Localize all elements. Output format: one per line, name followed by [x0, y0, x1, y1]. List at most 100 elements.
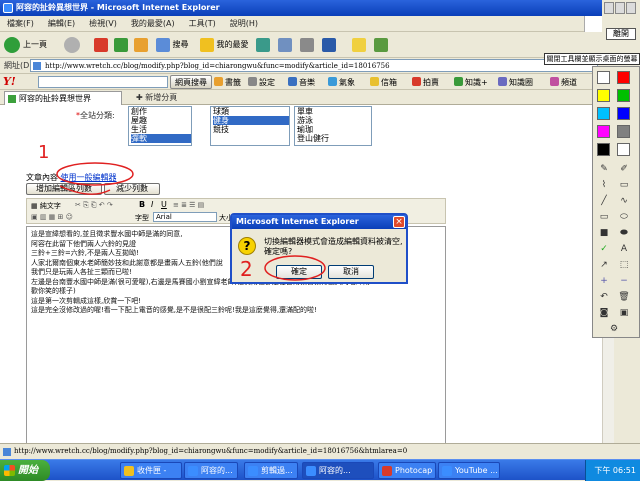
- align-icons[interactable]: ≡ ≣ ☰ ▤: [173, 201, 204, 209]
- italic-button[interactable]: I: [151, 200, 153, 209]
- stop-button[interactable]: [94, 36, 108, 54]
- yahoo-logo[interactable]: Y!: [3, 75, 16, 88]
- yahoo-settings[interactable]: 設定: [248, 77, 275, 88]
- task-button[interactable]: 剪輯過...: [244, 462, 298, 479]
- color-swatch[interactable]: [597, 89, 610, 102]
- list-item[interactable]: 登山健行: [297, 134, 371, 143]
- new-tab-button[interactable]: ✚ 新增分頁: [132, 91, 181, 105]
- yahoo-bookmarks[interactable]: 書籤: [214, 77, 241, 88]
- cancel-button[interactable]: 取消: [328, 265, 374, 279]
- yahoo-mail[interactable]: 信箱: [370, 77, 397, 88]
- history-button[interactable]: [256, 36, 270, 54]
- save-icon[interactable]: ▣: [617, 307, 631, 319]
- forward-button[interactable]: [64, 36, 83, 54]
- list-item[interactable]: 生活: [131, 125, 191, 134]
- font-select[interactable]: Arial: [153, 212, 217, 222]
- line-icon[interactable]: ╱: [597, 195, 611, 207]
- favorites-button[interactable]: 我的最愛: [200, 36, 249, 54]
- rect-icon[interactable]: ▭: [597, 211, 611, 223]
- menu-help[interactable]: 說明(H): [223, 16, 265, 32]
- category-list-detail[interactable]: 單車 游泳 瑜珈 登山健行: [294, 106, 372, 146]
- arrow-icon[interactable]: ↗: [597, 259, 611, 271]
- menu-edit[interactable]: 編輯(E): [41, 16, 82, 32]
- yahoo-music[interactable]: 音樂: [288, 77, 315, 88]
- color-swatch[interactable]: [617, 143, 630, 156]
- color-swatch[interactable]: [617, 107, 630, 120]
- list-item[interactable]: 游泳: [297, 116, 371, 125]
- task-button[interactable]: YouTube ...: [438, 462, 500, 479]
- zoom-out-icon[interactable]: −: [617, 275, 631, 287]
- exit-button[interactable]: 離開: [606, 28, 636, 40]
- dialog-close-button[interactable]: ×: [393, 216, 405, 228]
- format-icons[interactable]: ✂ ⎘ ⎗ ↶ ↷: [75, 201, 113, 210]
- list-item-selected[interactable]: 健身: [213, 116, 289, 125]
- color-swatch[interactable]: [617, 125, 630, 138]
- color-swatch[interactable]: [597, 143, 610, 156]
- mail-button[interactable]: [278, 36, 292, 54]
- home-button[interactable]: [134, 36, 148, 54]
- back-button[interactable]: 上一頁: [4, 36, 47, 54]
- task-button[interactable]: Photocap: [378, 462, 436, 479]
- color-swatch[interactable]: [597, 71, 610, 84]
- zoom-in-icon[interactable]: +: [597, 275, 611, 287]
- task-button[interactable]: 阿容的...: [184, 462, 238, 479]
- messenger-button[interactable]: [352, 36, 366, 54]
- address-input[interactable]: http://www.wretch.cc/blog/modify.php?blo…: [30, 59, 598, 72]
- undo-icon[interactable]: ↶: [597, 291, 611, 303]
- filled-ellipse-icon[interactable]: ⬬: [617, 227, 631, 239]
- ellipse-icon[interactable]: ⬭: [617, 211, 631, 223]
- minimize-button[interactable]: [604, 2, 614, 14]
- bold-button[interactable]: B: [139, 200, 145, 209]
- web-search-button[interactable]: 網頁搜尋: [170, 75, 212, 89]
- list-item[interactable]: 屋趣: [131, 116, 191, 125]
- settings-icon[interactable]: ⚙: [607, 323, 621, 335]
- color-swatch[interactable]: [617, 71, 630, 84]
- yahoo-knowledge-circle[interactable]: 知識圈: [498, 77, 533, 88]
- select-icon[interactable]: ⬚: [617, 259, 631, 271]
- menu-tools[interactable]: 工具(T): [182, 16, 223, 32]
- insert-icons[interactable]: ▣ ▥ ▦ ⊞ ☺: [31, 213, 73, 221]
- pen-icon[interactable]: ✎: [597, 163, 611, 175]
- plain-editor-link[interactable]: 使用一般編輯器: [61, 173, 117, 182]
- yahoo-auction[interactable]: 拍賣: [412, 77, 439, 88]
- refresh-button[interactable]: [114, 36, 128, 54]
- trash-icon[interactable]: 🗑: [617, 291, 631, 303]
- plain-text-button[interactable]: ▦ 純文字: [31, 201, 61, 211]
- category-list-main[interactable]: 創作 屋趣 生活 彈軟: [128, 106, 192, 146]
- curve-icon[interactable]: ∿: [617, 195, 631, 207]
- check-icon[interactable]: ✓: [597, 243, 611, 255]
- list-item[interactable]: 創作: [131, 107, 191, 116]
- marker-icon[interactable]: ✐: [617, 163, 631, 175]
- list-item[interactable]: 瑜珈: [297, 125, 371, 134]
- list-item[interactable]: 單車: [297, 107, 371, 116]
- color-swatch[interactable]: [597, 107, 610, 120]
- yahoo-weather[interactable]: 氣象: [328, 77, 355, 88]
- menu-favorites[interactable]: 我的最愛(A): [124, 16, 182, 32]
- yahoo-knowledge[interactable]: 知識+: [454, 77, 488, 88]
- color-swatch[interactable]: [597, 125, 610, 138]
- start-button[interactable]: 開始: [0, 460, 50, 481]
- filled-rect-icon[interactable]: ■: [597, 227, 611, 239]
- list-item[interactable]: 競技: [213, 125, 289, 134]
- maximize-button[interactable]: [615, 2, 625, 14]
- menu-file[interactable]: 檔案(F): [0, 16, 41, 32]
- search-button[interactable]: 搜尋: [156, 36, 189, 54]
- yahoo-search-input[interactable]: [38, 76, 168, 88]
- list-item-selected[interactable]: 彈軟: [131, 134, 191, 143]
- camera-icon[interactable]: ◙: [597, 307, 611, 319]
- edit-button[interactable]: [322, 36, 336, 54]
- task-button[interactable]: 收件匣 -: [120, 462, 182, 479]
- underline-button[interactable]: U: [161, 200, 167, 209]
- text-icon[interactable]: A: [617, 243, 631, 255]
- menu-view[interactable]: 檢視(V): [82, 16, 124, 32]
- add-rows-button[interactable]: 增加編輯區列數: [26, 183, 102, 195]
- category-list-sub[interactable]: 球類 健身 競技: [210, 106, 290, 146]
- ok-button[interactable]: 確定: [276, 265, 322, 279]
- tab-active[interactable]: 阿容的扯鈴異想世界: [4, 91, 122, 105]
- color-swatch[interactable]: [617, 89, 630, 102]
- list-item[interactable]: 球類: [213, 107, 289, 116]
- reduce-rows-button[interactable]: 減少列數: [104, 183, 160, 195]
- task-button-active[interactable]: 阿容的...: [302, 462, 374, 479]
- close-window-button[interactable]: [626, 2, 636, 14]
- yahoo-channels[interactable]: 頻道: [550, 77, 577, 88]
